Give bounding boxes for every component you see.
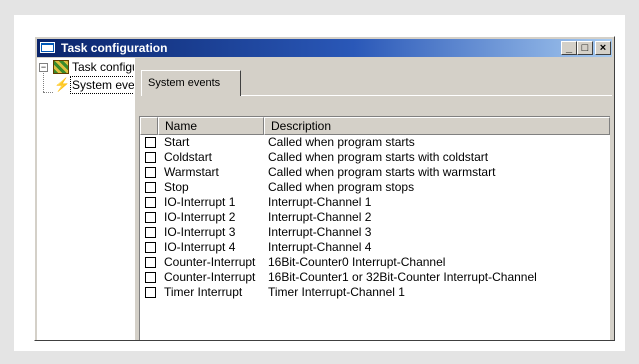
enable-checkbox[interactable] — [145, 227, 156, 238]
enable-checkbox[interactable] — [145, 167, 156, 178]
checkbox-column-header[interactable] — [140, 117, 158, 135]
enable-checkbox[interactable] — [145, 287, 156, 298]
table-row[interactable]: Counter-Interrupt 16Bit-Counter1 or 32Bit… — [140, 270, 610, 285]
window-icon — [40, 42, 55, 53]
system-events-list: Name Description Start Called when progra… — [139, 116, 610, 340]
enable-checkbox[interactable] — [145, 197, 156, 208]
lightning-icon: ⚡ — [54, 77, 71, 92]
table-row[interactable]: IO-Interrupt 4 Interrupt-Channel 4 — [140, 240, 610, 255]
table-row[interactable]: Timer Interrupt Timer Interrupt-Channel 1 — [140, 285, 610, 300]
table-row[interactable]: Counter-Interrupt 16Bit-Counter0 Interrup… — [140, 255, 610, 270]
tree-item-label: Task configuration — [72, 60, 134, 74]
table-row[interactable]: Warmstart Called when program starts with… — [140, 165, 610, 180]
task-configuration-window: Task configuration _ □ × − Task configur… — [34, 36, 615, 341]
task-config-icon — [53, 60, 69, 74]
tree-item-label: System events — [70, 76, 134, 94]
enable-checkbox[interactable] — [145, 137, 156, 148]
collapse-icon[interactable]: − — [39, 63, 48, 72]
column-header-description[interactable]: Description — [264, 117, 610, 135]
table-row[interactable]: Start Called when program starts — [140, 135, 610, 150]
table-row[interactable]: IO-Interrupt 1 Interrupt-Channel 1 — [140, 195, 610, 210]
enable-checkbox[interactable] — [145, 257, 156, 268]
enable-checkbox[interactable] — [145, 212, 156, 223]
table-row[interactable]: IO-Interrupt 3 Interrupt-Channel 3 — [140, 225, 610, 240]
table-row[interactable]: Coldstart Called when program starts with… — [140, 150, 610, 165]
title-bar[interactable]: Task configuration _ □ × — [37, 39, 612, 57]
column-header-name[interactable]: Name — [158, 117, 264, 135]
table-row[interactable]: Stop Called when program stops — [140, 180, 610, 195]
window-title: Task configuration — [61, 41, 168, 55]
enable-checkbox[interactable] — [145, 272, 156, 283]
close-button[interactable]: × — [595, 41, 611, 55]
tab-strip-line — [241, 95, 612, 96]
enable-checkbox[interactable] — [145, 242, 156, 253]
events-pane: System events Name Description Start Call… — [137, 58, 612, 340]
task-tree: − Task configuration ⚡ System events — [37, 58, 134, 340]
enable-checkbox[interactable] — [145, 152, 156, 163]
enable-checkbox[interactable] — [145, 182, 156, 193]
tree-connector-branch — [43, 92, 53, 93]
table-row[interactable]: IO-Interrupt 2 Interrupt-Channel 2 — [140, 210, 610, 225]
tab-system-events[interactable]: System events — [141, 70, 241, 96]
maximize-button[interactable]: □ — [577, 41, 593, 55]
minimize-button[interactable]: _ — [561, 41, 577, 55]
tree-connector — [43, 71, 44, 92]
